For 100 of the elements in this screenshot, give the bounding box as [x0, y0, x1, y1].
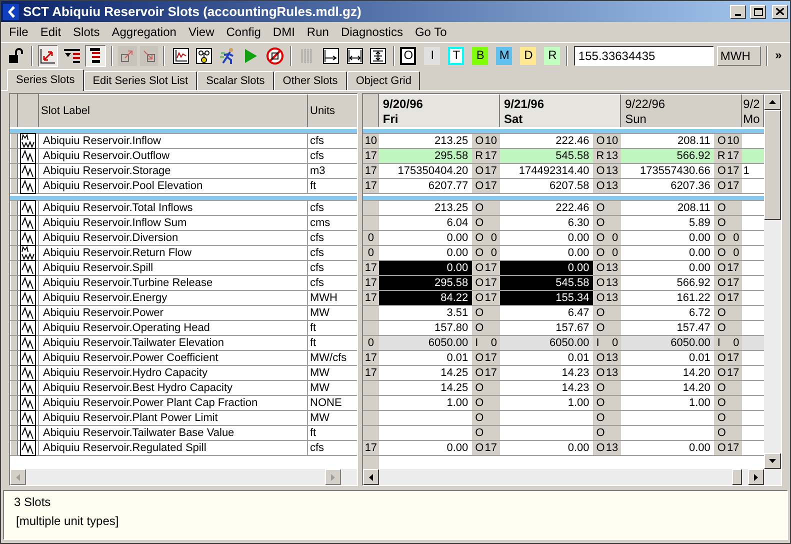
flag-button[interactable]: R — [544, 46, 560, 64]
slot-label[interactable]: Abiquiu Reservoir.Operating Head — [39, 321, 308, 335]
slot-label[interactable]: Abiquiu Reservoir.Turbine Release — [39, 276, 308, 290]
flag-button[interactable]: I — [424, 46, 440, 64]
slot-label[interactable]: Abiquiu Reservoir.Diversion — [39, 231, 308, 245]
row-handle[interactable] — [10, 149, 18, 163]
flag-button[interactable]: O — [400, 46, 416, 64]
row-handle[interactable] — [10, 351, 18, 365]
value-cell[interactable]: 566.92 — [621, 149, 714, 163]
slot-label[interactable]: Abiquiu Reservoir.Hydro Capacity — [39, 366, 308, 380]
slot-label[interactable]: Abiquiu Reservoir.Inflow Sum — [39, 216, 308, 230]
slot-label[interactable]: Abiquiu Reservoir.Tailwater Elevation — [39, 336, 308, 350]
slot-label[interactable]: Abiquiu Reservoir.Spill — [39, 261, 308, 275]
value-cell[interactable]: 155.34 — [500, 291, 594, 305]
flag-button[interactable]: T — [448, 46, 464, 64]
slot-label[interactable]: Abiquiu Reservoir.Tailwater Base Value — [39, 426, 308, 440]
slot-label[interactable]: Abiquiu Reservoir.Outflow — [39, 149, 308, 163]
scroll-thumb[interactable] — [732, 469, 742, 485]
row-handle[interactable] — [10, 396, 18, 410]
slot-label[interactable]: Abiquiu Reservoir.Energy — [39, 291, 308, 305]
date-header[interactable]: 9/22/96 Sun — [621, 94, 742, 127]
row-handle[interactable] — [10, 366, 18, 380]
slot-label[interactable]: Abiquiu Reservoir.Power Coefficient — [39, 351, 308, 365]
menu-item[interactable]: DMI — [266, 24, 301, 40]
more-button[interactable]: » — [772, 46, 784, 66]
value-cell[interactable]: 6050.00 — [500, 336, 594, 350]
menu-item[interactable]: Diagnostics — [334, 24, 409, 40]
flag-button[interactable]: M — [496, 46, 512, 64]
row-handle[interactable] — [10, 426, 18, 440]
menu-item[interactable]: Config — [220, 24, 267, 40]
scroll-down-button[interactable] — [764, 453, 781, 469]
value-field[interactable]: 155.33634435 — [574, 46, 714, 66]
tab[interactable]: Series Slots — [7, 69, 84, 91]
value-cell[interactable]: 0.00 — [378, 261, 472, 275]
close-button[interactable] — [772, 4, 788, 18]
value-cell[interactable]: 545.58 — [500, 149, 594, 163]
menu-item[interactable]: Edit — [34, 24, 68, 40]
row-handle[interactable] — [10, 291, 18, 305]
row-handle[interactable] — [10, 246, 18, 260]
slot-label[interactable]: Abiquiu Reservoir.Pool Elevation — [39, 179, 308, 193]
date-header[interactable]: 9/2 Mo — [742, 94, 764, 127]
row-handle[interactable] — [10, 179, 18, 193]
value-cell[interactable]: 545.58 — [500, 276, 594, 290]
value-cell[interactable]: 6050.00 — [378, 336, 472, 350]
row-handle[interactable] — [10, 336, 18, 350]
scroll-left-button[interactable] — [363, 469, 379, 485]
value-cell[interactable]: 84.22 — [378, 291, 472, 305]
export-icon[interactable] — [118, 46, 137, 66]
menu-item[interactable]: View — [182, 24, 220, 40]
maximize-button[interactable] — [750, 4, 766, 18]
row-handle[interactable] — [10, 276, 18, 290]
slot-label[interactable]: Abiquiu Reservoir.Power — [39, 306, 308, 320]
menu-item[interactable]: Aggregation — [106, 24, 182, 40]
menu-item[interactable]: Go To — [408, 24, 453, 40]
slot-label[interactable]: Abiquiu Reservoir.Plant Power Limit — [39, 411, 308, 425]
list-icon[interactable] — [85, 44, 106, 66]
menu-item[interactable]: Slots — [67, 24, 106, 40]
row-handle[interactable] — [10, 261, 18, 275]
scroll-right-button[interactable] — [748, 469, 764, 485]
import-icon[interactable] — [140, 46, 158, 66]
row-handle[interactable] — [10, 134, 18, 148]
slot-label[interactable]: Abiquiu Reservoir.Inflow — [39, 134, 308, 148]
value-cell[interactable]: 295.58 — [378, 276, 472, 290]
row-handle[interactable] — [10, 321, 18, 335]
row-handle[interactable] — [10, 164, 18, 178]
slot-label[interactable]: Abiquiu Reservoir.Return Flow — [39, 246, 308, 260]
value-cell[interactable] — [742, 336, 764, 350]
tab[interactable]: Object Grid — [346, 71, 420, 90]
slot-label[interactable]: Abiquiu Reservoir.Storage — [39, 164, 308, 178]
slot-label[interactable]: Abiquiu Reservoir.Total Inflows — [39, 201, 308, 215]
menu-item[interactable]: File — [3, 24, 34, 40]
minimize-button[interactable] — [730, 4, 746, 18]
tab[interactable]: Other Slots — [274, 71, 347, 90]
slot-label[interactable]: Abiquiu Reservoir.Best Hydro Capacity — [39, 381, 308, 395]
flag-letter: O — [596, 306, 605, 320]
date-header[interactable]: 9/20/96 Fri — [378, 94, 500, 127]
stop-icon[interactable] — [264, 44, 286, 66]
swap-arrows-icon[interactable] — [38, 44, 58, 66]
tab[interactable]: Scalar Slots — [197, 71, 274, 90]
tab[interactable]: Edit Series Slot List — [84, 71, 198, 90]
flag-button[interactable]: D — [520, 46, 536, 64]
value-cell[interactable] — [742, 149, 764, 163]
vertical-scrollbar[interactable] — [764, 94, 781, 469]
slot-label[interactable]: Abiquiu Reservoir.Regulated Spill — [39, 441, 308, 455]
row-handle[interactable] — [10, 216, 18, 230]
value-cell[interactable]: 295.58 — [378, 149, 472, 163]
value-cell[interactable]: 6050.00 — [621, 336, 714, 350]
row-handle[interactable] — [10, 381, 18, 395]
date-header[interactable]: 9/21/96 Sat — [500, 94, 622, 127]
row-handle[interactable] — [10, 411, 18, 425]
row-handle[interactable] — [10, 201, 18, 215]
row-handle[interactable] — [10, 231, 18, 245]
scroll-up-button[interactable] — [764, 94, 781, 110]
row-handle[interactable] — [10, 306, 18, 320]
slot-label[interactable]: Abiquiu Reservoir.Power Plant Cap Fraction — [39, 396, 308, 410]
row-handle[interactable] — [10, 441, 18, 455]
flag-button[interactable]: B — [472, 46, 488, 64]
menu-item[interactable]: Run — [300, 24, 335, 40]
scroll-thumb[interactable] — [764, 110, 781, 220]
value-cell[interactable]: 0.00 — [500, 261, 594, 275]
